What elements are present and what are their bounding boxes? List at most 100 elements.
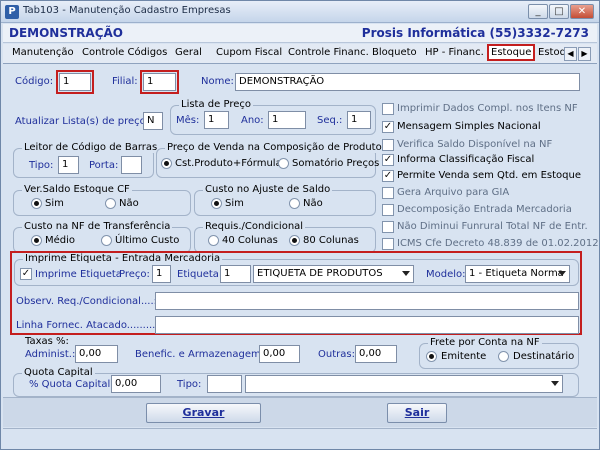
custo-nf-radio-ultimo[interactable] (101, 235, 112, 246)
mes-input[interactable]: 1 (204, 111, 229, 129)
frete-radio-emitente[interactable] (426, 351, 437, 362)
title-bar: P Tab103 - Manutenção Cadastro Empresas … (1, 1, 599, 23)
requis-radio-40[interactable] (208, 235, 219, 246)
main-window: P Tab103 - Manutenção Cadastro Empresas … (0, 0, 600, 450)
company-header: DEMONSTRAÇÃO Prosis Informática (55)3332… (3, 24, 597, 43)
sair-button-label: Sair (404, 406, 430, 419)
benef-input[interactable]: 0,00 (259, 345, 300, 363)
ver-saldo-nao-label: Não (119, 198, 139, 209)
custo-nf-ultimo-label: Último Custo (115, 235, 180, 246)
tab-estoq-overflow[interactable]: Estoq (538, 47, 566, 58)
preco-venda-radio-cst[interactable] (161, 158, 172, 169)
check-mensagem-simples[interactable]: ✓ (382, 121, 394, 133)
check-decomposicao[interactable] (382, 204, 394, 216)
frete-emitente-label: Emitente (441, 351, 487, 362)
ver-saldo-radio-sim[interactable] (31, 198, 42, 209)
tab-controle-codigos[interactable]: Controle Códigos (82, 47, 167, 58)
tab-bloqueto[interactable]: Bloqueto (372, 47, 417, 58)
tab-scroll-right-icon[interactable]: ▶ (578, 47, 591, 61)
taxas-title: Taxas %: (25, 336, 69, 347)
gravar-button[interactable]: Gravar (146, 403, 261, 423)
label-informa-classificacao: Informa Classificação Fiscal (397, 154, 535, 165)
observ-input[interactable] (155, 292, 579, 310)
frete-radio-destinatario[interactable] (498, 351, 509, 362)
etq-etiqueta-select-value: ETIQUETA DE PRODUTOS (257, 268, 383, 279)
modelo-select[interactable]: 1 - Etiqueta Norma (465, 265, 570, 283)
custo-ajuste-title: Custo no Ajuste de Saldo (203, 184, 333, 195)
check-imprime-etiqueta[interactable]: ✓ (20, 268, 32, 280)
outras-input[interactable]: 0,00 (355, 345, 397, 363)
quota-title: Quota Capital (22, 367, 95, 378)
preco-venda-title: Preço de Venda na Composição de Produtos (165, 142, 389, 153)
ver-saldo-radio-nao[interactable] (105, 198, 116, 209)
tab-manutencao[interactable]: Manutenção (12, 47, 74, 58)
label-imprimir-dados: Imprimir Dados Compl. nos Itens NF (397, 103, 578, 114)
ano-input[interactable]: 1 (268, 111, 306, 129)
custo-ajuste-radio-sim[interactable] (211, 198, 222, 209)
check-imprimir-dados[interactable] (382, 103, 394, 115)
check-icms-decreto[interactable] (382, 238, 394, 250)
gravar-button-label: Gravar (182, 406, 225, 419)
check-gera-gia[interactable] (382, 187, 394, 199)
tab-scroll-left-icon[interactable]: ◀ (564, 47, 577, 61)
chevron-down-icon (402, 271, 410, 276)
ver-saldo-sim-label: Sim (45, 198, 64, 209)
leitor-tipo-label: Tipo: (29, 160, 54, 171)
filial-label: Filial: (112, 76, 138, 87)
etq-etiqueta-input[interactable]: 1 (220, 265, 251, 283)
leitor-title: Leitor de Código de Barras (22, 142, 160, 153)
tab-estoque[interactable]: Estoque (487, 44, 536, 61)
status-bar (3, 428, 597, 449)
atualizar-label: Atualizar Lista(s) de preço: (15, 116, 150, 127)
adm-input[interactable]: 0,00 (75, 345, 118, 363)
etq-etiqueta-label: Etiqueta: (177, 269, 223, 280)
codigo-input[interactable]: 1 (59, 73, 91, 91)
tab-controle-financ[interactable]: Controle Financ. (288, 47, 369, 58)
sair-button[interactable]: Sair (387, 403, 447, 423)
linha-fornec-input[interactable] (155, 316, 579, 334)
tab-strip: Manutenção Controle Códigos Geral Cupom … (3, 44, 597, 64)
preco-venda-radio-somatorio[interactable] (278, 158, 289, 169)
quota-pct-input[interactable]: 0,00 (111, 375, 161, 393)
quota-tipo-select[interactable] (245, 375, 563, 393)
maximize-button[interactable]: □ (549, 4, 569, 19)
nome-input[interactable]: DEMONSTRAÇÃO (235, 73, 580, 91)
atualizar-input[interactable]: N (143, 112, 163, 130)
modelo-select-value: 1 - Etiqueta Norma (469, 268, 564, 279)
etq-preco-input[interactable]: 1 (152, 265, 171, 283)
leitor-tipo-input[interactable]: 1 (58, 156, 79, 174)
tab-cupom-fiscal[interactable]: Cupom Fiscal (216, 47, 282, 58)
etiqueta-title: Imprime Etiqueta - Entrada Mercadoria (23, 253, 223, 264)
check-nao-diminui-funrural[interactable] (382, 221, 394, 233)
observ-label: Observ. Req./Condicional....: (16, 296, 158, 307)
company-name: DEMONSTRAÇÃO (9, 26, 123, 40)
frete-destinatario-label: Destinatário (513, 351, 575, 362)
filial-input[interactable]: 1 (143, 73, 176, 91)
seq-label: Seq.: (317, 115, 343, 126)
seq-input[interactable]: 1 (347, 111, 371, 129)
etq-etiqueta-select[interactable]: ETIQUETA DE PRODUTOS (253, 265, 414, 283)
window-title: Tab103 - Manutenção Cadastro Empresas (23, 5, 231, 16)
quota-tipo-input[interactable] (207, 375, 242, 393)
requis-40-label: 40 Colunas (222, 235, 278, 246)
imprime-etiqueta-label: Imprime Etiqueta (35, 269, 122, 280)
check-permite-venda[interactable]: ✓ (382, 170, 394, 182)
vendor-info: Prosis Informática (55)3332-7273 (361, 26, 589, 40)
custo-nf-radio-medio[interactable] (31, 235, 42, 246)
label-gera-gia: Gera Arquivo para GIA (397, 187, 510, 198)
check-informa-classificacao[interactable]: ✓ (382, 154, 394, 166)
minimize-button[interactable]: _ (528, 4, 548, 19)
ver-saldo-title: Ver.Saldo Estoque CF (22, 184, 132, 195)
chevron-down-icon (551, 381, 559, 386)
leitor-porta-input[interactable] (121, 156, 142, 174)
tab-geral[interactable]: Geral (175, 47, 202, 58)
tab-hp-financ[interactable]: HP - Financ. (425, 47, 484, 58)
requis-radio-80[interactable] (289, 235, 300, 246)
requis-80-label: 80 Colunas (303, 235, 359, 246)
check-verifica-saldo[interactable] (382, 139, 394, 151)
ano-label: Ano: (241, 115, 264, 126)
custo-ajuste-radio-nao[interactable] (289, 198, 300, 209)
codigo-label: Código: (15, 76, 54, 87)
frete-title: Frete por Conta na NF (428, 337, 542, 348)
close-button[interactable]: ✕ (570, 4, 594, 19)
